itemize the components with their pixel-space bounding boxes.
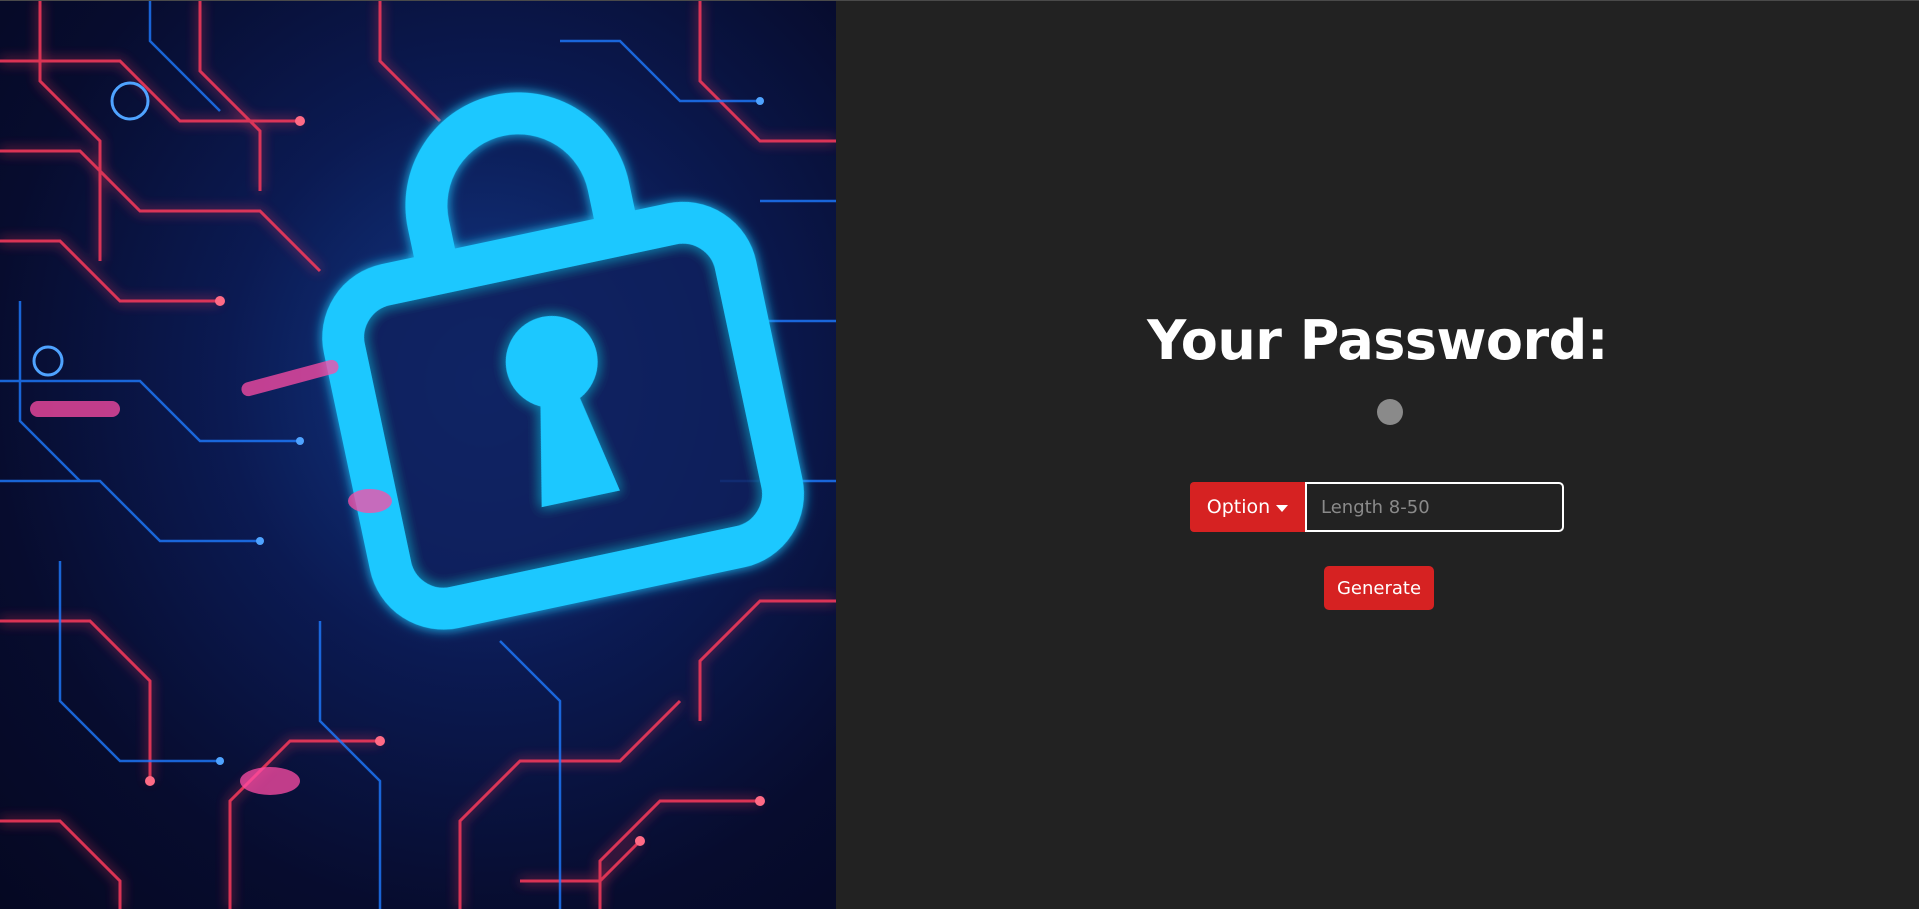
password-length-input[interactable] [1305,482,1564,532]
option-dropdown-label: Option [1206,496,1271,518]
option-dropdown-button[interactable]: Option [1190,482,1305,532]
page-title: Your Password: [1147,309,1608,372]
length-controls: Option [1190,482,1564,532]
generator-panel: Your Password: Option Generate [836,1,1919,909]
padlock-circuit-illustration [0,1,836,909]
password-loading-indicator [1377,399,1403,425]
page: Your Password: Option Generate [0,0,1919,909]
generate-button[interactable]: Generate [1324,566,1434,610]
caret-down-icon [1276,504,1289,512]
hero-image [0,1,836,909]
